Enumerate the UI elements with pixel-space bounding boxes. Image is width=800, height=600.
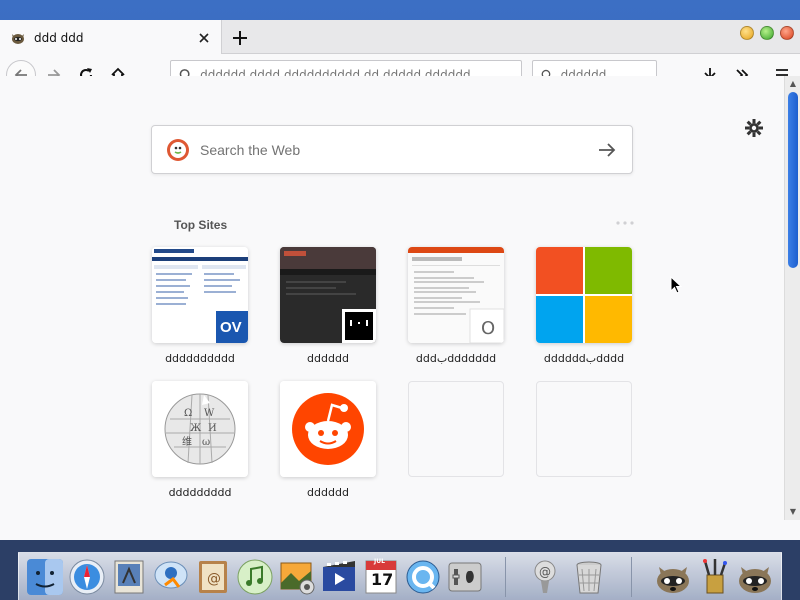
desktop-bottom: @ JUL 17 @ xyxy=(0,540,800,600)
address-book-icon[interactable]: @ xyxy=(193,557,233,597)
search-placeholder: Search the Web xyxy=(200,141,301,158)
maximize-button[interactable] xyxy=(760,26,774,40)
raccoon-icon[interactable] xyxy=(653,557,693,597)
tab-close-icon[interactable] xyxy=(193,27,215,49)
top-sites-heading: Top Sites xyxy=(174,218,228,232)
top-site-tile-oldversion[interactable]: OV xyxy=(152,247,248,343)
iphoto-icon[interactable] xyxy=(277,557,317,597)
tab-title: ddd ddd xyxy=(34,30,84,45)
top-site-tile-zone[interactable] xyxy=(280,247,376,343)
tile-label: ddddddddd xyxy=(168,486,232,499)
preview-icon[interactable] xyxy=(109,557,149,597)
svg-text:ω: ω xyxy=(202,437,210,448)
tile-label: dddddd xyxy=(307,352,349,365)
svg-text:Ж: Ж xyxy=(190,423,202,434)
plus-icon xyxy=(233,31,247,45)
imovie-icon[interactable] xyxy=(319,557,359,597)
ubuntu-doc-badge: O xyxy=(481,318,496,339)
tile-label: ddddddبdddd xyxy=(543,352,625,365)
mouse-cursor-icon xyxy=(670,276,682,294)
svg-text:W: W xyxy=(204,408,215,419)
top-site-tile-empty[interactable] xyxy=(408,381,504,477)
tile-label: dddddddddd xyxy=(165,352,235,365)
zone-screenshot-icon xyxy=(280,247,376,343)
top-site-tile-reddit[interactable] xyxy=(280,381,376,477)
svg-text:@: @ xyxy=(539,565,551,579)
finder-icon[interactable] xyxy=(25,557,65,597)
svg-text:Ω: Ω xyxy=(184,408,192,419)
minimize-button[interactable] xyxy=(740,26,754,40)
trash-icon[interactable] xyxy=(569,557,609,597)
tab-active[interactable]: ddd ddd xyxy=(0,20,222,55)
duckduckgo-icon xyxy=(167,138,189,161)
tab-bar: ddd ddd xyxy=(0,20,800,55)
ical-month: JUL xyxy=(374,558,385,565)
system-prefs-icon[interactable] xyxy=(445,557,485,597)
new-tab-button[interactable] xyxy=(228,26,252,50)
raccoon-favicon-icon xyxy=(12,33,24,44)
quicktime-icon[interactable] xyxy=(403,557,443,597)
tile-label: dddddd xyxy=(307,486,349,499)
dock-separator xyxy=(505,557,506,597)
top-site-tile-wikipedia[interactable]: Ω WЖИ 维ω xyxy=(152,381,248,477)
raccoon-icon-2[interactable] xyxy=(735,557,775,597)
svg-text:@: @ xyxy=(207,571,221,587)
top-site-tile-ubuntu-doc[interactable]: O xyxy=(408,247,504,343)
mail-stamp-icon[interactable]: @ xyxy=(525,557,565,597)
tile-label: dddبddddddd xyxy=(415,352,497,365)
more-dots-icon[interactable] xyxy=(616,221,634,225)
scroll-up-icon[interactable]: ▲ xyxy=(788,79,798,89)
svg-text:维: 维 xyxy=(182,435,192,448)
ical-date: 17 xyxy=(371,570,394,589)
close-window-button[interactable] xyxy=(780,26,794,40)
reddit-logo-icon xyxy=(280,381,376,477)
wikipedia-globe-icon: Ω WЖ И 维 ω xyxy=(152,381,248,477)
window-controls xyxy=(740,26,794,40)
microsoft-logo-icon xyxy=(536,247,632,343)
oldversion-badge: OV xyxy=(220,319,242,336)
top-site-tile-microsoft[interactable] xyxy=(536,247,632,343)
itunes-icon[interactable] xyxy=(235,557,275,597)
dock-separator xyxy=(631,557,632,597)
scroll-down-icon[interactable]: ▼ xyxy=(788,507,798,517)
dock: @ JUL 17 @ xyxy=(18,552,782,600)
vertical-scrollbar[interactable]: ▲ ▼ xyxy=(784,76,800,520)
ichat-icon[interactable] xyxy=(151,557,191,597)
web-search-box[interactable]: Search the Web xyxy=(151,125,633,174)
top-site-tile-empty[interactable] xyxy=(536,381,632,477)
scroll-thumb[interactable] xyxy=(788,92,798,268)
pencil-cup-icon[interactable] xyxy=(695,557,735,597)
svg-text:И: И xyxy=(208,423,217,434)
safari-icon[interactable] xyxy=(67,557,107,597)
arrow-right-icon[interactable] xyxy=(596,139,618,161)
gear-icon[interactable] xyxy=(744,118,764,138)
